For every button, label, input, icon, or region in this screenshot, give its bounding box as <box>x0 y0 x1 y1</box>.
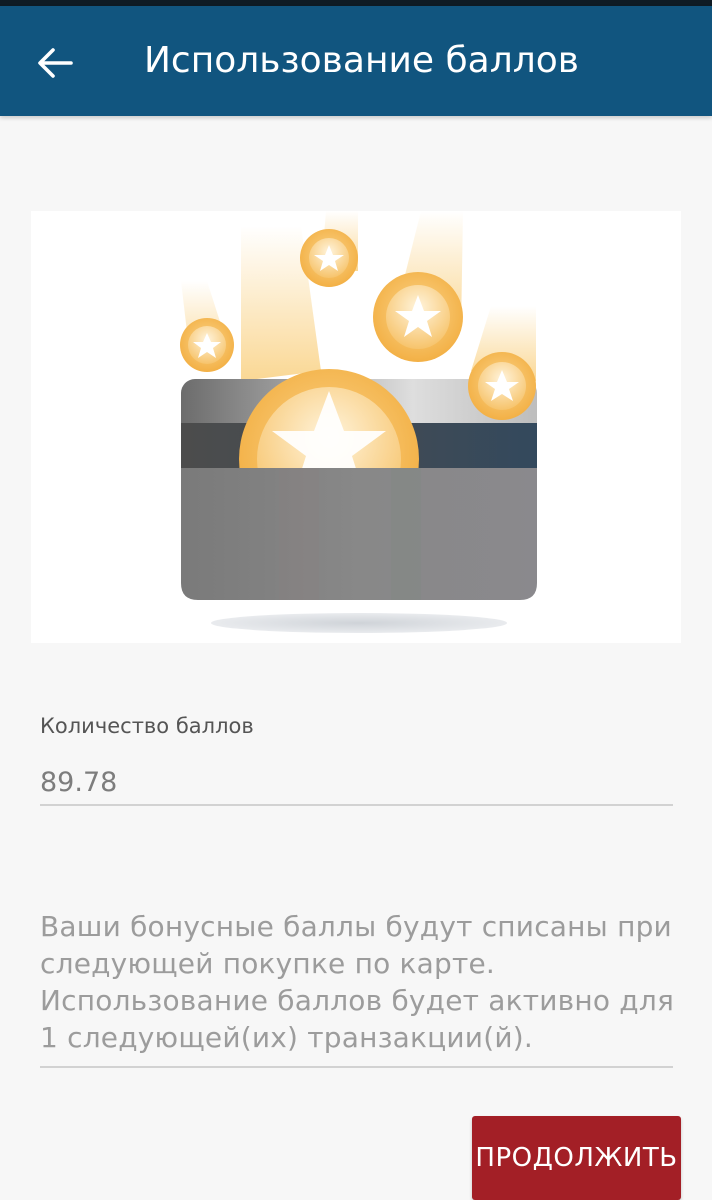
back-button[interactable] <box>26 34 84 92</box>
use-points-screen: Использование баллов Количество баллов 8… <box>0 0 712 1200</box>
points-amount-input[interactable] <box>40 760 673 806</box>
arrow-left-icon <box>38 48 73 78</box>
app-bar: Использование баллов <box>0 6 712 116</box>
card-with-star-coins-icon <box>180 211 537 633</box>
points-info-text: Ваши бонусные баллы будут списаны при сл… <box>40 910 674 1054</box>
info-divider <box>40 1066 673 1068</box>
page-title: Использование баллов <box>144 40 580 81</box>
continue-button[interactable]: ПРОДОЛЖИТЬ <box>472 1116 681 1200</box>
points-illustration <box>31 211 681 643</box>
points-field-label: Количество баллов <box>40 714 254 738</box>
